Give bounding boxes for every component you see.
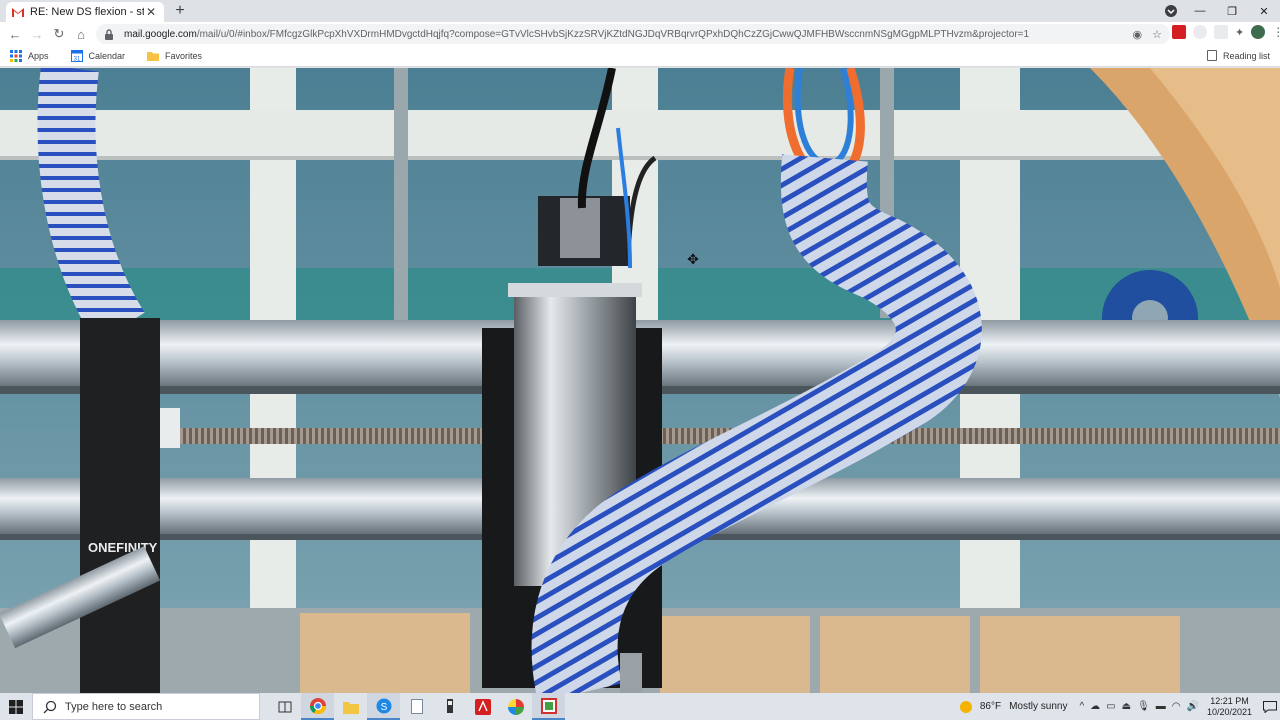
window-controls: — ❐ ✕ bbox=[1184, 0, 1280, 22]
circle-extension-icon[interactable] bbox=[1193, 25, 1207, 39]
profile-avatar[interactable] bbox=[1251, 25, 1266, 39]
apps-grid-icon bbox=[10, 50, 22, 62]
tab-search-icon[interactable] bbox=[1164, 4, 1178, 18]
search-placeholder: Type here to search bbox=[65, 700, 163, 713]
app-taskbar-button[interactable] bbox=[433, 693, 466, 720]
windows-logo-icon bbox=[9, 699, 23, 714]
bookmark-label: Favorites bbox=[165, 51, 203, 61]
usb-icon[interactable]: ⏏ bbox=[1122, 701, 1131, 712]
task-view-button[interactable] bbox=[268, 693, 301, 720]
windows-taskbar: Type here to search S 86°F Mostly sunny … bbox=[0, 693, 1280, 720]
volume-icon[interactable]: 🔊 bbox=[1187, 701, 1199, 712]
extensions-area: ✦ ⋮ bbox=[1172, 25, 1280, 39]
acrobat-icon bbox=[474, 698, 491, 715]
minimize-button[interactable]: — bbox=[1184, 5, 1216, 17]
home-button[interactable]: ⌂ bbox=[70, 23, 92, 45]
gmail-icon bbox=[12, 7, 24, 17]
chrome-icon bbox=[309, 697, 326, 714]
chrome-menu-icon[interactable]: ⋮ bbox=[1272, 25, 1280, 39]
start-button[interactable] bbox=[0, 693, 32, 720]
onefinity-logo: ONEFINITY bbox=[88, 540, 158, 555]
close-window-button[interactable]: ✕ bbox=[1248, 5, 1280, 18]
video-frame[interactable]: ONEFINITY ✥ bbox=[0, 68, 1280, 693]
task-view-icon bbox=[278, 701, 291, 712]
network-icon[interactable]: ▭ bbox=[1106, 701, 1115, 712]
weather-condition: Mostly sunny bbox=[1009, 701, 1068, 712]
eye-icon[interactable]: ◉ bbox=[1133, 28, 1143, 41]
clock[interactable]: 12:21 PM 10/20/2021 bbox=[1207, 696, 1252, 718]
reading-list-icon bbox=[1206, 50, 1217, 61]
skype-icon: S bbox=[376, 698, 391, 713]
document-icon bbox=[410, 699, 423, 714]
photos-taskbar-button[interactable] bbox=[499, 693, 532, 720]
forward-button[interactable]: → bbox=[26, 23, 48, 45]
onedrive-icon[interactable]: ☁ bbox=[1090, 701, 1100, 712]
skype-taskbar-button[interactable]: S bbox=[367, 693, 400, 720]
show-hidden-icons-button[interactable]: ^ bbox=[1079, 701, 1084, 712]
browser-tab-gmail[interactable]: RE: New DS flexion - storm2313@ ✕ bbox=[6, 2, 164, 22]
reading-list-button[interactable]: Reading list bbox=[1206, 50, 1270, 61]
action-center-button[interactable] bbox=[1260, 693, 1280, 720]
file-explorer-button[interactable] bbox=[334, 693, 367, 720]
bookmark-calendar[interactable]: 31 Calendar bbox=[70, 50, 126, 63]
taskbar-apps: S bbox=[268, 693, 565, 720]
acrobat-extension-icon[interactable] bbox=[1172, 25, 1186, 39]
new-tab-button[interactable]: + bbox=[172, 3, 188, 19]
pen-tool-icon bbox=[446, 698, 453, 713]
weather-temp: 86°F bbox=[979, 701, 1002, 712]
reload-button[interactable]: ↻ bbox=[48, 23, 70, 45]
tab-close-icon[interactable]: ✕ bbox=[144, 5, 158, 19]
back-button[interactable]: ← bbox=[4, 23, 26, 45]
shield-extension-icon[interactable] bbox=[1214, 25, 1228, 39]
reading-list-label: Reading list bbox=[1222, 50, 1270, 61]
url-path: /mail/u/0/#inbox/FMfcgzGlkPcpXhVXDrmHMDv… bbox=[196, 28, 1030, 40]
cnc-machine-image: ONEFINITY bbox=[0, 68, 1280, 693]
bookmark-star-icon[interactable]: ☆ bbox=[1152, 28, 1162, 41]
weather-widget[interactable]: 86°F Mostly sunny bbox=[959, 700, 1068, 713]
browser-toolbar: ← → ↻ ⌂ mail.google.com/mail/u/0/#inbox/… bbox=[0, 22, 1280, 46]
tab-strip: RE: New DS flexion - storm2313@ ✕ + — ❐ … bbox=[0, 0, 1280, 22]
pinwheel-icon bbox=[507, 698, 524, 715]
url-host: mail.google.com bbox=[124, 28, 197, 40]
search-icon bbox=[43, 700, 57, 713]
folder-icon bbox=[147, 52, 160, 61]
bookmark-label: Calendar bbox=[88, 51, 126, 61]
bookmark-favorites[interactable]: Favorites bbox=[147, 50, 202, 62]
snip-taskbar-button[interactable] bbox=[532, 693, 565, 720]
move-cursor-icon: ✥ bbox=[687, 251, 699, 267]
chrome-taskbar-button[interactable] bbox=[301, 693, 334, 720]
microphone-icon[interactable]: 🎙 bbox=[1137, 701, 1150, 712]
notepad-taskbar-button[interactable] bbox=[400, 693, 433, 720]
bookmark-apps[interactable]: Apps bbox=[10, 50, 49, 62]
sun-icon bbox=[959, 700, 972, 713]
svg-text:31: 31 bbox=[73, 57, 80, 63]
clock-date: 10/20/2021 bbox=[1206, 706, 1252, 717]
tab-title: RE: New DS flexion - storm2313@ bbox=[30, 6, 144, 18]
calendar-icon: 31 bbox=[70, 50, 83, 63]
system-tray: 86°F Mostly sunny ^ ☁ ▭ ⏏ 🎙 ▬ ◠ 🔊 12:21 … bbox=[959, 693, 1280, 720]
url-text[interactable]: mail.google.com/mail/u/0/#inbox/FMfcgzGl… bbox=[124, 29, 1127, 40]
wifi-icon[interactable]: ◠ bbox=[1172, 701, 1181, 712]
notification-icon bbox=[1263, 700, 1277, 713]
bookmarks-bar: Apps 31 Calendar Favorites Reading list bbox=[0, 46, 1280, 67]
restore-button[interactable]: ❐ bbox=[1216, 5, 1248, 18]
tray-icons: ^ ☁ ▭ ⏏ 🎙 ▬ ◠ 🔊 bbox=[1079, 701, 1199, 712]
acrobat-taskbar-button[interactable] bbox=[466, 693, 499, 720]
lock-icon[interactable] bbox=[104, 28, 114, 40]
address-bar[interactable]: mail.google.com/mail/u/0/#inbox/FMfcgzGl… bbox=[96, 24, 1170, 44]
svg-text:S: S bbox=[380, 702, 387, 713]
screenshot-icon bbox=[540, 697, 557, 714]
battery-icon[interactable]: ▬ bbox=[1156, 701, 1166, 712]
taskbar-search-box[interactable]: Type here to search bbox=[32, 693, 260, 720]
puzzle-icon[interactable]: ✦ bbox=[1235, 26, 1244, 39]
bookmark-label: Apps bbox=[28, 51, 49, 61]
folder-icon bbox=[342, 701, 359, 714]
clock-time: 12:21 PM bbox=[1210, 695, 1249, 706]
